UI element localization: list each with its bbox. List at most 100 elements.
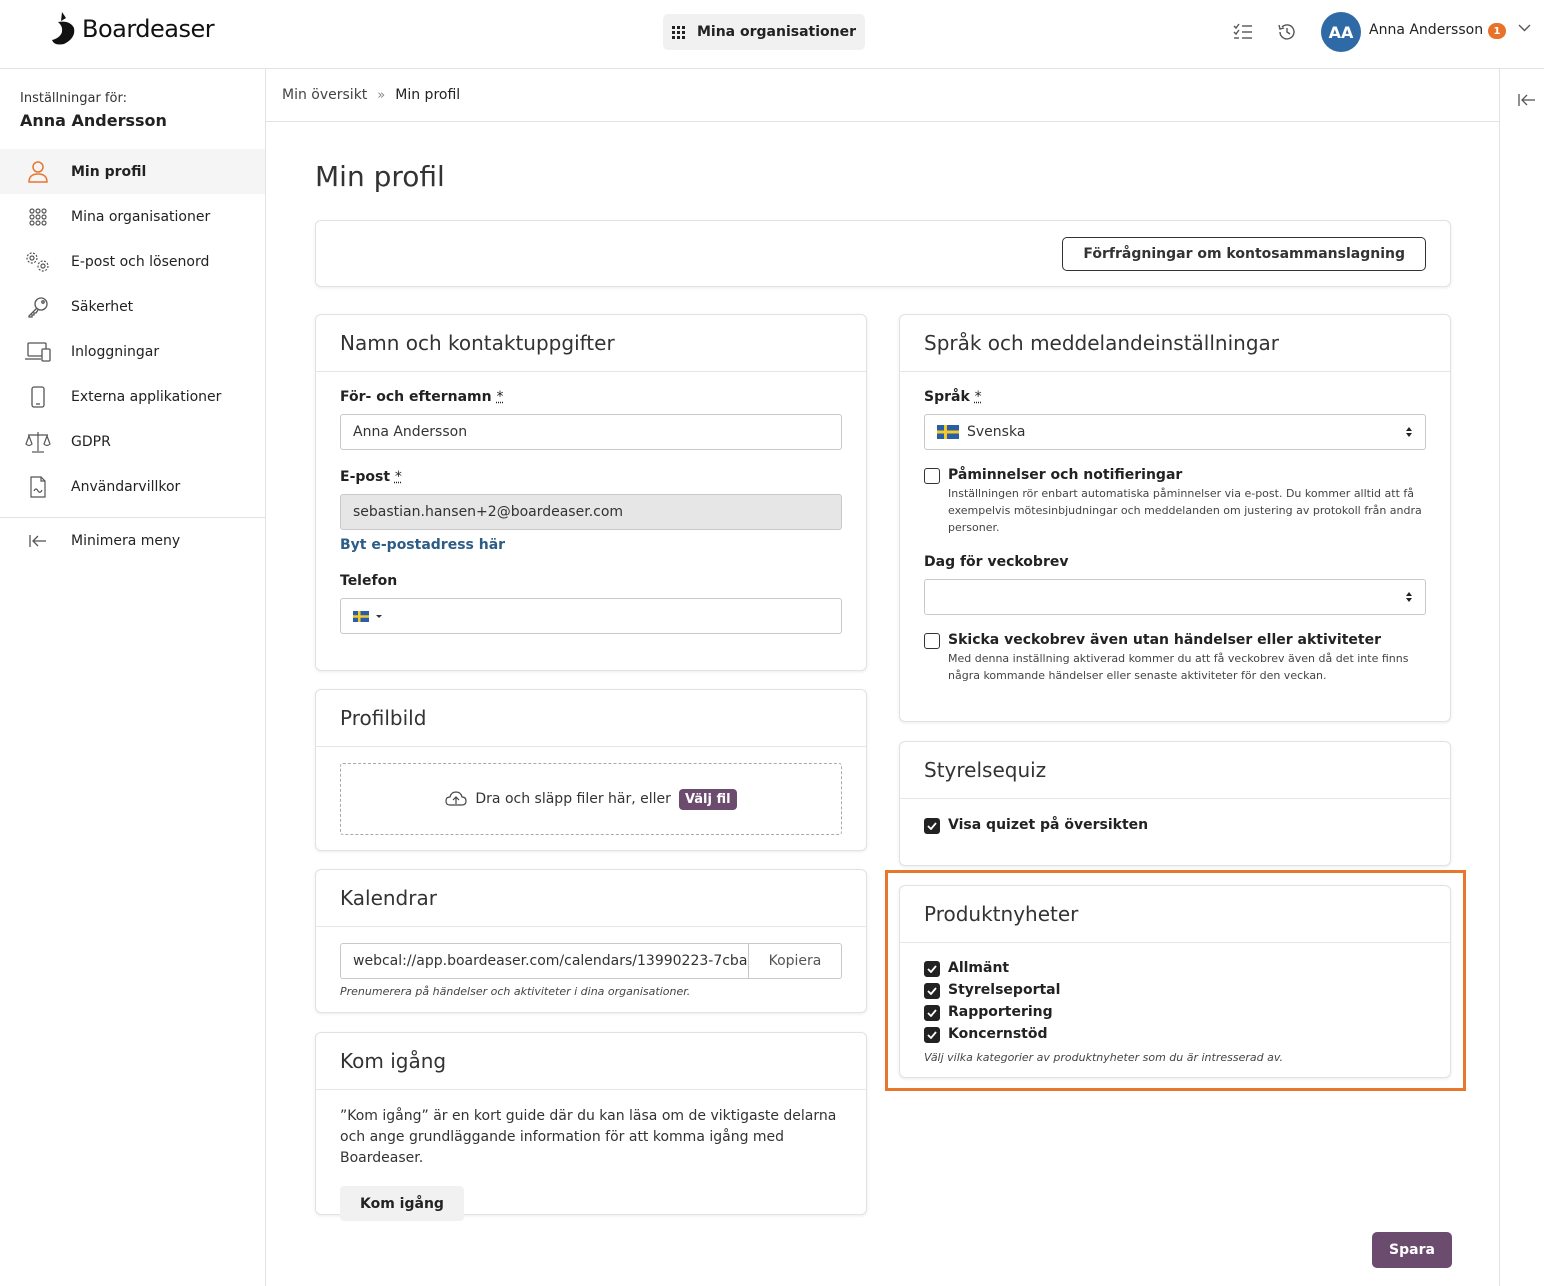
name-label: För- och efternamn * xyxy=(340,389,504,405)
save-button[interactable]: Spara xyxy=(1372,1232,1452,1268)
collapse-panel-icon[interactable] xyxy=(1518,93,1536,107)
sidebar-item-label: E-post och lösenord xyxy=(71,253,210,270)
key-icon xyxy=(25,294,51,320)
devices-icon xyxy=(25,339,51,365)
sidebar-item-label: Min profil xyxy=(71,163,147,180)
sweden-flag-icon xyxy=(937,425,959,439)
merge-requests-button[interactable]: Förfrågningar om kontosammanslagning xyxy=(1062,237,1426,271)
phone-icon xyxy=(25,384,51,410)
sidebar-item-organizations[interactable]: Mina organisationer xyxy=(0,194,265,239)
sidebar-item-label: Externa applikationer xyxy=(71,388,222,405)
sidebar-item-label: GDPR xyxy=(71,433,111,450)
organizations-button[interactable]: Mina organisationer xyxy=(663,14,865,50)
change-email-link[interactable]: Byt e-postadress här xyxy=(340,537,842,553)
calendar-url-row: webcal://app.boardeaser.com/calendars/13… xyxy=(340,943,842,979)
quiz-option: Visa quizet på översikten xyxy=(924,817,1426,834)
choose-file-button[interactable]: Välj fil xyxy=(678,788,737,810)
sidebar-item-label: Användarvillkor xyxy=(71,478,181,495)
profile-picture-title: Profilbild xyxy=(316,690,866,747)
logo[interactable]: Boardeaser xyxy=(52,11,215,47)
sidebar-item-terms[interactable]: Användarvillkor xyxy=(0,464,265,509)
language-select-value: Svenska xyxy=(967,424,1026,440)
notification-badge[interactable]: 1 xyxy=(1488,23,1506,39)
highlight-frame xyxy=(885,870,1466,1091)
collapse-left-icon xyxy=(25,528,51,554)
weekly-letter-select[interactable] xyxy=(924,579,1426,615)
user-name[interactable]: Anna Andersson xyxy=(1369,22,1483,38)
language-card: Språk och meddelandeinställningar Språk … xyxy=(899,314,1451,722)
copy-button[interactable]: Kopiera xyxy=(748,943,842,979)
avatar[interactable]: AA xyxy=(1321,12,1361,52)
quiz-title: Styrelsequiz xyxy=(900,742,1450,799)
sidebar-item-label: Inloggningar xyxy=(71,343,160,360)
grid-icon xyxy=(671,25,685,39)
dropzone-text: Dra och släpp filer här, eller xyxy=(475,791,671,807)
select-arrows-icon xyxy=(1406,427,1412,437)
getting-started-title: Kom igång xyxy=(316,1033,866,1090)
user-icon xyxy=(25,159,51,185)
logo-text: Boardeaser xyxy=(82,15,215,43)
breadcrumb-root[interactable]: Min översikt xyxy=(282,87,367,103)
right-rail xyxy=(1499,69,1544,1286)
calendar-hint: Prenumerera på händelser och aktiviteter… xyxy=(340,985,691,998)
profile-picture-card: Profilbild Dra och släpp filer här, elle… xyxy=(315,689,867,851)
reminders-description: Inställningen rör enbart automatiska påm… xyxy=(948,487,1422,534)
send-weekly-option: Skicka veckobrev även utan händelser ell… xyxy=(924,632,1426,684)
email-field-value: sebastian.hansen+2@boardeaser.com xyxy=(353,504,624,520)
language-select[interactable]: Svenska xyxy=(924,414,1426,450)
page-title: Min profil xyxy=(315,160,445,193)
email-field: sebastian.hansen+2@boardeaser.com xyxy=(340,494,842,530)
language-label: Språk * xyxy=(924,389,982,405)
name-input[interactable]: Anna Andersson xyxy=(340,414,842,450)
breadcrumb: Min översikt » Min profil xyxy=(266,69,1499,122)
sidebar-item-email-password[interactable]: E-post och lösenord xyxy=(0,239,265,284)
select-arrows-icon xyxy=(1406,592,1412,602)
sidebar-item-label: Mina organisationer xyxy=(71,208,211,225)
logo-mark-icon xyxy=(52,12,75,45)
quiz-checkbox[interactable] xyxy=(924,818,940,834)
send-weekly-description: Med denna inställning aktiverad kommer d… xyxy=(948,652,1409,682)
settings-user-name: Anna Andersson xyxy=(20,111,167,130)
sidebar-item-label: Säkerhet xyxy=(71,298,134,315)
reminders-option: Påminnelser och notifieringar Inställnin… xyxy=(924,467,1426,536)
reminders-checkbox[interactable] xyxy=(924,468,940,484)
sidebar-item-external-apps[interactable]: Externa applikationer xyxy=(0,374,265,419)
sidebar: Inställningar för: Anna Andersson Min pr… xyxy=(0,69,266,1286)
file-dropzone[interactable]: Dra och släpp filer här, eller Välj fil xyxy=(340,763,842,835)
minimize-menu-button[interactable]: Minimera meny xyxy=(0,518,265,563)
sidebar-item-profile[interactable]: Min profil xyxy=(0,149,265,194)
getting-started-card: Kom igång ”Kom igång” är en kort guide d… xyxy=(315,1032,867,1221)
send-weekly-title: Skicka veckobrev även utan händelser ell… xyxy=(948,632,1381,648)
tasks-icon[interactable] xyxy=(1231,20,1255,44)
scale-icon xyxy=(25,429,51,455)
calendar-url-input[interactable]: webcal://app.boardeaser.com/calendars/13… xyxy=(340,943,748,979)
history-icon[interactable] xyxy=(1275,20,1299,44)
email-label: E-post * xyxy=(340,469,402,485)
top-bar: Boardeaser Mina organisationer AA Anna A… xyxy=(0,0,1544,69)
contact-card-title: Namn och kontaktuppgifter xyxy=(316,315,866,372)
reminders-title: Påminnelser och notifieringar xyxy=(948,467,1183,483)
contact-card: Namn och kontaktuppgifter För- och efter… xyxy=(315,314,867,671)
phone-input[interactable] xyxy=(340,598,842,634)
document-icon xyxy=(25,474,51,500)
calendars-title: Kalendrar xyxy=(316,870,866,927)
sidebar-item-security[interactable]: Säkerhet xyxy=(0,284,265,329)
chevron-down-icon[interactable] xyxy=(1518,24,1531,32)
cloud-upload-icon xyxy=(445,791,467,806)
sweden-flag-icon[interactable] xyxy=(353,610,369,622)
breadcrumb-separator-icon: » xyxy=(377,87,386,103)
sidebar-item-gdpr[interactable]: GDPR xyxy=(0,419,265,464)
caret-down-icon[interactable] xyxy=(375,614,383,619)
sidebar-item-logins[interactable]: Inloggningar xyxy=(0,329,265,374)
organizations-button-label: Mina organisationer xyxy=(696,24,857,40)
calendars-card: Kalendrar webcal://app.boardeaser.com/ca… xyxy=(315,869,867,1013)
weekly-letter-label: Dag för veckobrev xyxy=(924,554,1069,570)
grid-icon xyxy=(25,204,51,230)
getting-started-text: ”Kom igång” är en kort guide där du kan … xyxy=(340,1108,837,1166)
send-weekly-checkbox[interactable] xyxy=(924,633,940,649)
getting-started-button[interactable]: Kom igång xyxy=(340,1186,464,1221)
merge-card: Förfrågningar om kontosammanslagning xyxy=(315,220,1451,287)
language-card-title: Språk och meddelandeinställningar xyxy=(900,315,1450,372)
gears-icon xyxy=(25,249,51,275)
settings-for-label: Inställningar för: xyxy=(20,91,127,106)
